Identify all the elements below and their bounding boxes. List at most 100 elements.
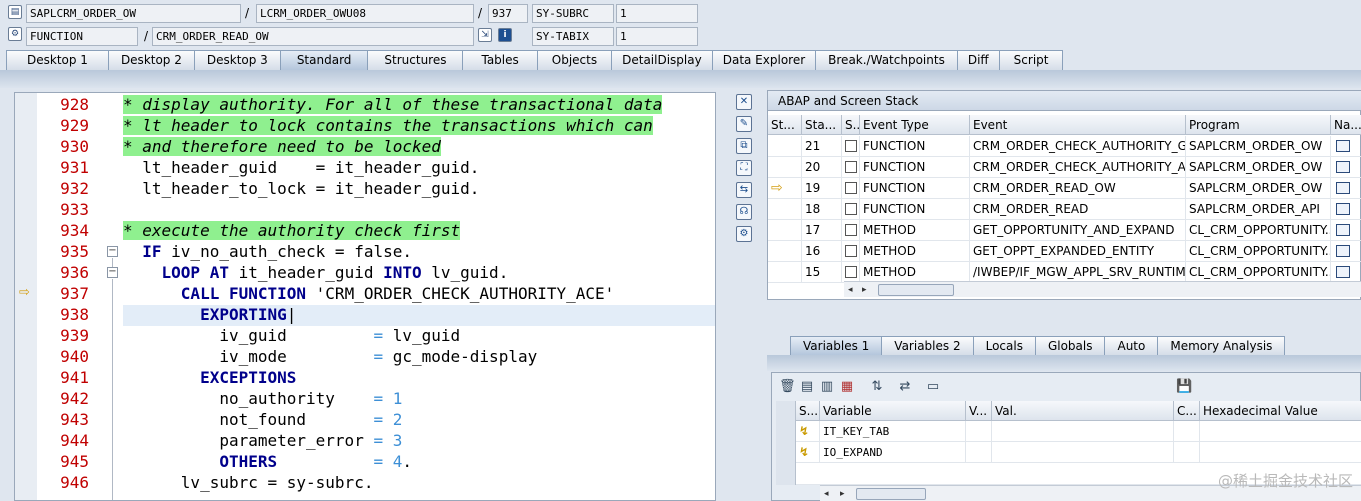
variable-name: IO_EXPAND [820, 442, 966, 463]
scroll-left-icon[interactable]: ◂ [824, 488, 834, 500]
service-icon[interactable]: ☊ [736, 204, 752, 220]
include-field[interactable]: LCRM_ORDER_OWU08 [256, 4, 474, 23]
separator: / [144, 29, 149, 43]
tab-diff[interactable]: Diff [956, 50, 1000, 70]
tab-script[interactable]: Script [998, 50, 1064, 70]
stack-row[interactable]: 17 METHOD GET_OPPORTUNITY_AND_EXPAND CL_CRM… [768, 220, 1361, 241]
code-line-928: * display authority. For all of these tr… [123, 95, 663, 114]
tab-data-explorer[interactable]: Data Explorer [711, 50, 817, 70]
tabix-value: 1 [616, 27, 698, 46]
variables-column-header[interactable]: C... [1174, 401, 1200, 421]
remove-row-icon[interactable]: ▦ [839, 379, 855, 395]
settings-icon[interactable]: ⚙ [736, 226, 752, 242]
save-icon[interactable]: 💾 [1176, 379, 1192, 395]
navigate-icon[interactable] [1336, 182, 1350, 194]
stack-row[interactable]: 18 FUNCTION CRM_ORDER_READ SAPLCRM_ORDER_AP… [768, 199, 1361, 220]
code-line-930: * and therefore need to be locked [123, 137, 441, 156]
tab-break-watchpoints[interactable]: Break./Watchpoints [815, 50, 958, 70]
navigate-icon[interactable] [1336, 245, 1350, 257]
stack-program: CL_CRM_OPPORTUNITY... [1186, 220, 1331, 241]
window-icon[interactable]: ▭ [925, 379, 941, 395]
current-statement-arrow-icon: ⇨ [19, 285, 30, 300]
navigate-icon[interactable] [1336, 224, 1350, 236]
variables-column-header[interactable]: V... [966, 401, 992, 421]
variables-column-header[interactable]: Val. [992, 401, 1174, 421]
tab-desktop-2[interactable]: Desktop 2 [107, 50, 195, 70]
replace-tool-icon[interactable]: ⧉ [736, 138, 752, 154]
transfer-icon[interactable]: ⇄ [897, 379, 913, 395]
stack-row[interactable]: 16 METHOD GET_OPPT_EXPANDED_ENTITY CL_CRM_O… [768, 241, 1361, 262]
code-line-931: lt_header_guid = it_header_guid. [123, 158, 480, 177]
program-field[interactable]: SAPLCRM_ORDER_OW [26, 4, 241, 23]
scroll-right-icon[interactable]: ▸ [840, 488, 850, 500]
variable-value[interactable] [992, 421, 1174, 442]
source-editor[interactable]: ⇨ 928 929 930 931 932 933 934 935 936 937 938 939 94… [14, 92, 716, 501]
close-icon[interactable]: ✕ [736, 94, 752, 110]
tab-desktop-3[interactable]: Desktop 3 [193, 50, 281, 70]
line-number: 939 [60, 326, 89, 345]
stack-program: SAPLCRM_ORDER_OW [1186, 157, 1331, 178]
stack-column-header[interactable]: Program [1186, 115, 1331, 135]
scroll-thumb[interactable] [856, 488, 926, 500]
function-field[interactable]: CRM_ORDER_READ_OW [152, 27, 474, 46]
stack-column-header[interactable]: S... [842, 115, 860, 135]
fold-toggle[interactable]: − [107, 246, 118, 257]
line-number: 936 [60, 263, 89, 282]
fold-toggle[interactable]: − [107, 267, 118, 278]
variable-c [1174, 421, 1200, 442]
line-field[interactable]: 937 [488, 4, 528, 23]
navigate-icon[interactable] [1336, 140, 1350, 152]
stack-column-header[interactable]: St... [768, 115, 802, 135]
stack-column-header[interactable]: Sta... [802, 115, 842, 135]
tab-auto[interactable]: Auto [1104, 336, 1159, 355]
delete-icon[interactable]: 🗑 [779, 379, 796, 395]
stack-event: CRM_ORDER_READ_OW [970, 178, 1186, 199]
stack-row[interactable]: 21 FUNCTION CRM_ORDER_CHECK_AUTHORITY_GE..… [768, 136, 1361, 157]
tab-variables-1[interactable]: Variables 1 [790, 336, 883, 355]
tab-memory-analysis[interactable]: Memory Analysis [1157, 336, 1286, 355]
stack-row[interactable]: 20 FUNCTION CRM_ORDER_CHECK_AUTHORITY_AC..… [768, 157, 1361, 178]
stack-event: GET_OPPT_EXPANDED_ENTITY [970, 241, 1186, 262]
append-row-icon[interactable]: ▥ [819, 379, 835, 395]
stack-column-header[interactable]: Event [970, 115, 1186, 135]
variables-column-header[interactable]: Variable [820, 401, 966, 421]
variable-value[interactable] [992, 442, 1174, 463]
tab-standard[interactable]: Standard [279, 50, 369, 70]
function-icon: ⚙ [8, 27, 22, 41]
stack-current-marker [768, 136, 802, 157]
navigate-icon[interactable] [1336, 266, 1350, 278]
navigate-icon[interactable] [1336, 161, 1350, 173]
fullscreen-icon[interactable]: ⛶ [736, 160, 752, 176]
stack-level: 20 [802, 157, 842, 178]
new-tool-icon[interactable]: ✎ [736, 116, 752, 132]
swap-tools-icon[interactable]: ⇆ [736, 182, 752, 198]
insert-row-icon[interactable]: ▤ [799, 379, 815, 395]
variables-column-header[interactable]: Hexadecimal Value [1200, 401, 1361, 421]
stack-scrollbar[interactable]: ◂ ▸ [844, 281, 1361, 297]
scroll-right-icon[interactable]: ▸ [862, 284, 872, 296]
tab-objects[interactable]: Objects [536, 50, 613, 70]
scroll-thumb[interactable] [878, 284, 954, 296]
tab-tables[interactable]: Tables [462, 50, 538, 70]
sort-icon[interactable]: ⇅ [869, 379, 885, 395]
stack-column-header[interactable]: Event Type [860, 115, 970, 135]
variable-row[interactable]: ↯ IT_KEY_TAB [776, 421, 1361, 442]
display-icon[interactable]: ⇲ [478, 28, 492, 42]
event-type-icon [845, 161, 857, 173]
scroll-left-icon[interactable]: ◂ [848, 284, 858, 296]
tab-globals[interactable]: Globals [1034, 336, 1106, 355]
info-icon[interactable]: i [498, 28, 512, 42]
tab-desktop-1[interactable]: Desktop 1 [6, 50, 109, 70]
tab-detaildisplay[interactable]: DetailDisplay [611, 50, 713, 70]
variable-row[interactable]: ↯ IO_EXPAND [776, 442, 1361, 463]
tab-locals[interactable]: Locals [972, 336, 1036, 355]
stack-column-header[interactable]: Na... [1331, 115, 1361, 135]
stack-row[interactable]: 15 METHOD/IWBEP/IF_MGW_APPL_SRV_RUNTIM...… [768, 262, 1361, 283]
variable-status: ↯ [796, 421, 820, 442]
navigate-icon[interactable] [1336, 203, 1350, 215]
stack-row[interactable]: ⇨ 19 FUNCTION CRM_ORDER_READ_OW SAPLCRM_ORDE… [768, 178, 1361, 199]
tab-variables-2[interactable]: Variables 2 [881, 336, 974, 355]
stack-program: SAPLCRM_ORDER_API [1186, 199, 1331, 220]
variables-column-header[interactable]: S... [796, 401, 820, 421]
tab-structures[interactable]: Structures [367, 50, 464, 70]
